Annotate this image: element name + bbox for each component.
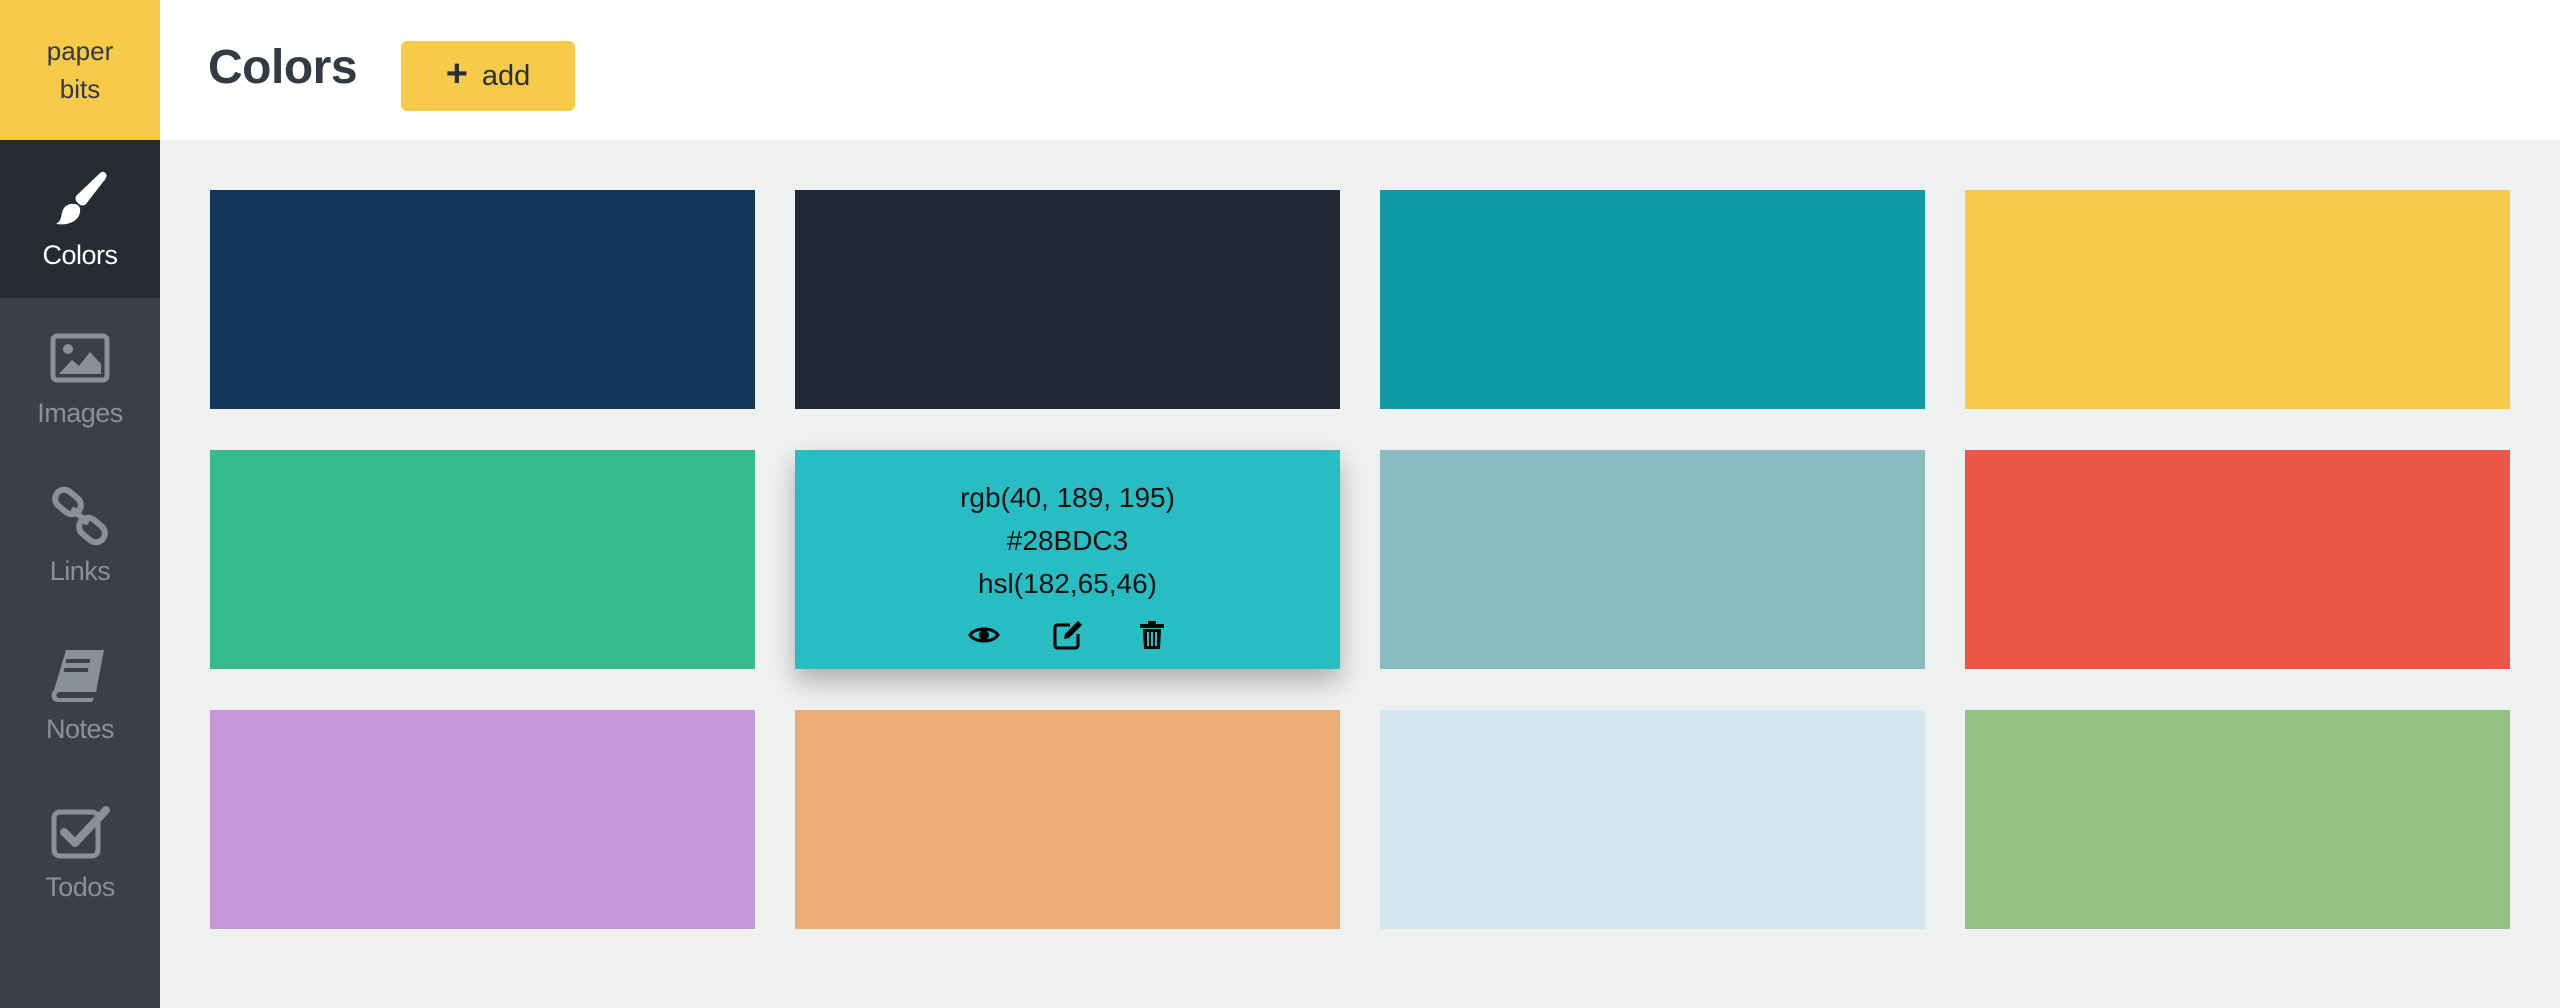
sidebar: paper bits Colors Images Links Notes Tod…	[0, 0, 160, 1008]
edit-icon[interactable]	[1052, 619, 1084, 651]
color-swatch[interactable]	[1380, 450, 1925, 669]
sidebar-item-links[interactable]: Links	[0, 456, 160, 614]
color-info: rgb(40, 189, 195) #28BDC3 hsl(182,65,46)	[960, 476, 1175, 605]
logo-line-1: paper	[46, 36, 114, 66]
color-swatch[interactable]	[210, 190, 755, 409]
color-swatch[interactable]	[1965, 710, 2510, 929]
link-icon	[48, 484, 112, 548]
sidebar-item-label: Notes	[45, 713, 115, 744]
header: Colors + add	[160, 0, 2560, 140]
hsl-value: hsl(182,65,46)	[977, 568, 1157, 599]
logo-line-2: bits	[59, 74, 101, 104]
brush-icon	[48, 168, 112, 232]
plus-icon: +	[445, 53, 468, 95]
checkbox-icon	[48, 800, 112, 864]
sidebar-item-colors[interactable]: Colors	[0, 140, 160, 298]
color-swatch[interactable]	[210, 450, 755, 669]
sidebar-item-images[interactable]: Images	[0, 298, 160, 456]
color-swatch[interactable]	[795, 190, 1340, 409]
add-color-button[interactable]: + add	[401, 41, 575, 111]
sidebar-item-label: Todos	[45, 871, 115, 902]
color-swatch[interactable]	[1965, 190, 2510, 409]
sidebar-item-label: Colors	[42, 239, 118, 270]
color-swatch[interactable]	[795, 710, 1340, 929]
eye-icon[interactable]	[967, 619, 1000, 651]
sidebar-item-label: Images	[37, 397, 123, 428]
sidebar-item-todos[interactable]: Todos	[0, 772, 160, 930]
color-swatch[interactable]	[1380, 190, 1925, 409]
color-swatch-hovered[interactable]: rgb(40, 189, 195) #28BDC3 hsl(182,65,46)	[795, 450, 1340, 669]
add-button-label: add	[481, 59, 531, 92]
hex-value: #28BDC3	[1006, 525, 1129, 556]
swatch-actions	[967, 619, 1168, 651]
color-swatch[interactable]	[1380, 710, 1925, 929]
color-swatch[interactable]	[210, 710, 755, 929]
image-icon	[48, 326, 112, 390]
sidebar-item-label: Links	[49, 555, 111, 586]
color-swatch[interactable]	[1965, 450, 2510, 669]
trash-icon[interactable]	[1136, 619, 1168, 651]
page-title: Colors	[208, 41, 358, 94]
rgb-value: rgb(40, 189, 195)	[960, 482, 1175, 513]
sidebar-item-notes[interactable]: Notes	[0, 614, 160, 772]
app-logo[interactable]: paper bits	[0, 0, 160, 140]
book-icon	[48, 642, 112, 706]
